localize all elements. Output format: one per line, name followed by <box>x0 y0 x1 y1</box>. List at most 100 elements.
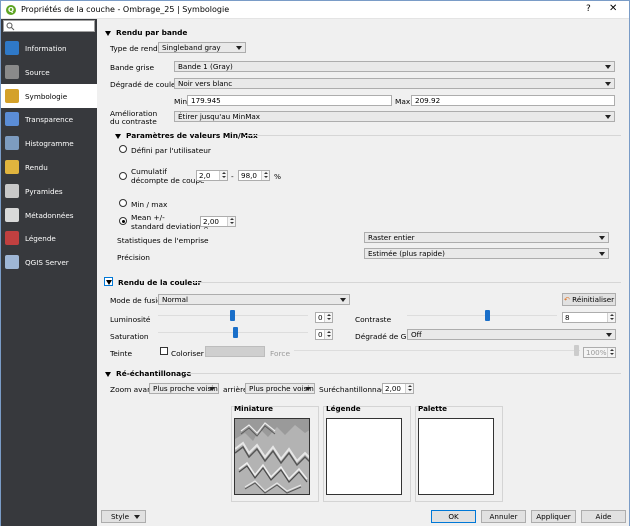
reset-button[interactable]: ↶ Réinitialiser <box>562 293 616 306</box>
extent-stats-label: Statistiques de l'emprise <box>117 236 209 245</box>
sidebar-item-label: Source <box>25 67 50 77</box>
cumulative-radio[interactable] <box>119 172 127 180</box>
minmax-radio[interactable] <box>119 199 127 207</box>
range-dash: - <box>231 172 234 181</box>
sidebar-item-legend[interactable]: Légende <box>1 226 97 250</box>
chevron-down-icon <box>599 252 605 256</box>
hue-label: Teinte <box>110 349 132 358</box>
close-button[interactable]: ✕ <box>609 3 617 14</box>
sidebar-item-label: Légende <box>25 234 56 244</box>
saturation-slider[interactable] <box>158 327 308 338</box>
colorize-color-button[interactable] <box>205 346 265 357</box>
sidebar-item-metadata[interactable]: Métadonnées <box>1 203 97 227</box>
divider <box>245 135 621 136</box>
accuracy-label: Précision <box>117 253 150 262</box>
legend-icon <box>5 231 19 246</box>
cut-high-stepper[interactable]: 98,0 <box>238 170 270 181</box>
oversampling-label: Suréchantillonnage <box>319 385 391 394</box>
sidebar-search-input[interactable] <box>3 20 95 32</box>
zoom-in-label: Zoom avant <box>110 385 155 394</box>
sidebar-item-label: Information <box>25 44 67 53</box>
chevron-down-icon <box>606 333 612 337</box>
gray-band-select[interactable]: Bande 1 (Gray) <box>174 61 615 72</box>
resampling-header[interactable]: Ré-échantillonage <box>105 369 191 378</box>
blend-mode-select[interactable]: Normal <box>158 294 350 305</box>
rendering-brush-icon <box>5 160 19 174</box>
cumulative-label-2: décompte de coupe <box>131 176 205 185</box>
brightness-stepper[interactable]: 0 <box>315 312 333 323</box>
chevron-down-icon <box>340 298 346 302</box>
cumulative-label: Cumulatif <box>131 167 167 176</box>
sidebar-item-label: QGIS Server <box>25 258 69 268</box>
sidebar-item-label: Métadonnées <box>25 210 74 220</box>
user-defined-radio[interactable] <box>119 145 127 153</box>
mean-stddev-radio[interactable] <box>119 217 127 225</box>
contrast-stepper[interactable]: 8 <box>562 312 616 323</box>
thumbnail-title: Miniature <box>234 404 274 413</box>
hillshade-thumbnail <box>234 418 310 495</box>
contrast-enhancement-select[interactable]: Étirer jusqu'au MinMax <box>174 111 615 122</box>
chevron-down-icon <box>605 115 611 119</box>
render-type-label: Type de rendu <box>110 44 163 53</box>
strength-stepper[interactable]: 100% <box>583 347 616 358</box>
colorize-checkbox[interactable] <box>160 347 168 355</box>
brightness-slider[interactable] <box>158 310 308 321</box>
brightness-label: Luminosité <box>110 315 151 324</box>
minmax-params-header[interactable]: Paramètres de valeurs Min/Max <box>115 131 258 140</box>
render-type-select[interactable]: Singleband gray <box>158 42 246 53</box>
metadata-icon <box>5 207 19 222</box>
cut-low-stepper[interactable]: 2,0 <box>196 170 228 181</box>
percent-label: % <box>274 172 282 181</box>
cancel-button[interactable]: Annuler <box>481 510 526 523</box>
contrast-label: Contraste <box>355 315 392 324</box>
grayscale-select[interactable]: Off <box>407 329 616 340</box>
min-input[interactable]: 179.945 <box>187 95 392 106</box>
band-render-header[interactable]: Rendu par bande <box>105 28 187 37</box>
max-input[interactable]: 209.92 <box>411 95 615 106</box>
palette-title: Palette <box>418 404 448 413</box>
palette-preview <box>418 418 494 495</box>
symbology-panel: Rendu par bande Type de rendu Singleband… <box>97 19 629 507</box>
sidebar-item-server[interactable]: QGIS Server <box>1 250 97 274</box>
sidebar-item-info[interactable]: Information <box>1 36 97 60</box>
zoom-out-select[interactable]: Plus proche voisin <box>245 383 315 394</box>
apply-button[interactable]: Appliquer <box>531 510 576 523</box>
source-icon <box>5 64 19 79</box>
title-bar: Q Propriétés de la couche - Ombrage_25 |… <box>1 1 629 19</box>
zoom-in-select[interactable]: Plus proche voisin <box>149 383 219 394</box>
transparency-icon <box>5 112 19 127</box>
chevron-down-icon <box>605 82 611 86</box>
style-menu-button[interactable]: Style <box>101 510 146 523</box>
qgis-logo-icon: Q <box>6 5 16 15</box>
ok-button[interactable]: OK <box>431 510 476 523</box>
mean-label: Mean +/- <box>131 213 165 222</box>
pyramids-icon <box>5 183 19 198</box>
sidebar-item-pyramids[interactable]: Pyramides <box>1 179 97 203</box>
zoom-out-label: arrière <box>223 385 248 394</box>
layer-properties-dialog: Q Propriétés de la couche - Ombrage_25 |… <box>0 0 630 526</box>
server-icon <box>5 255 19 270</box>
chevron-down-icon <box>599 236 605 240</box>
help-question-button[interactable]: ? <box>586 4 591 14</box>
divider <box>193 282 621 283</box>
color-render-toggle[interactable] <box>104 277 113 286</box>
oversampling-stepper[interactable]: 2,00 <box>382 383 414 394</box>
stddev-stepper[interactable]: 2,00 <box>200 216 236 227</box>
sidebar-item-symbology-brush[interactable]: Symbologie <box>1 83 97 108</box>
stddev-label: standard deviation × <box>131 222 210 231</box>
sidebar-item-label: Rendu <box>25 163 48 172</box>
contrast-slider[interactable] <box>407 310 557 321</box>
help-button[interactable]: Aide <box>581 510 626 523</box>
histogram-icon <box>5 136 19 151</box>
sidebar-item-rendering-brush[interactable]: Rendu <box>1 155 97 179</box>
sidebar-item-transparency[interactable]: Transparence <box>1 107 97 131</box>
gradient-select[interactable]: Noir vers blanc <box>174 78 615 89</box>
accuracy-select[interactable]: Estimée (plus rapide) <box>364 248 609 259</box>
saturation-stepper[interactable]: 0 <box>315 329 333 340</box>
extent-stats-select[interactable]: Raster entier <box>364 232 609 243</box>
sidebar-item-source[interactable]: Source <box>1 60 97 84</box>
sidebar-item-histogram[interactable]: Histogramme <box>1 131 97 155</box>
hillshade-preview-image <box>235 419 309 494</box>
chevron-down-icon <box>209 387 215 391</box>
strength-slider[interactable] <box>294 345 580 356</box>
